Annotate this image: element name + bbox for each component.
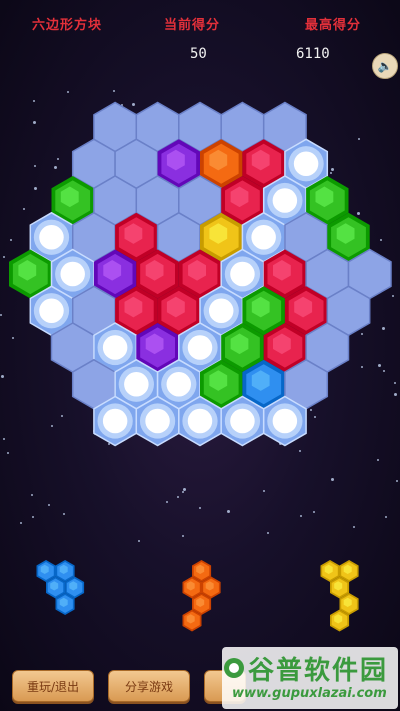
star (63, 513, 66, 516)
star (266, 531, 269, 534)
star (183, 488, 187, 492)
star (313, 510, 316, 513)
watermark-logo-icon (224, 658, 244, 678)
star (31, 516, 34, 519)
watermark-title: 谷普软件园 (248, 656, 389, 686)
replay-exit-button[interactable]: 重玩/退出 (12, 670, 94, 702)
star (226, 510, 230, 514)
star (352, 526, 355, 529)
star (47, 503, 50, 506)
star (300, 515, 303, 518)
share-game-button[interactable]: 分享游戏 (108, 670, 190, 702)
star (182, 534, 185, 537)
star (262, 490, 265, 492)
star (166, 501, 169, 504)
star (31, 494, 34, 497)
star (385, 516, 388, 519)
star (181, 491, 184, 494)
star (176, 495, 179, 498)
star (138, 539, 141, 542)
star (198, 506, 201, 509)
watermark-url: www.gupuxlazai.com (232, 686, 387, 701)
piece-tray[interactable] (0, 555, 400, 645)
star (395, 480, 398, 483)
star (19, 521, 22, 524)
star (330, 477, 334, 481)
hex-board[interactable] (0, 0, 400, 460)
